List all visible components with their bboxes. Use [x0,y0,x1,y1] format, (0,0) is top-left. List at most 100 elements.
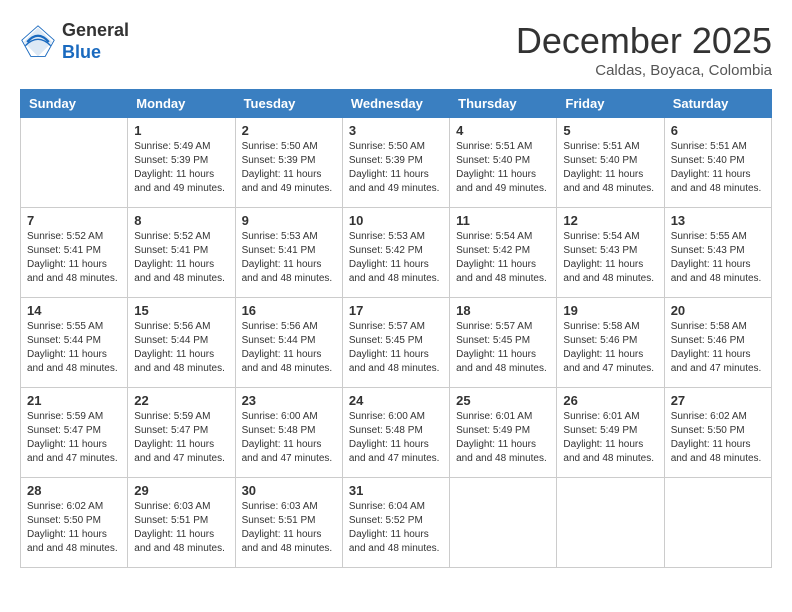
day-detail: Sunrise: 6:00 AMSunset: 5:48 PMDaylight:… [242,410,336,466]
day-number: 13 [671,213,765,228]
calendar-cell: 20 Sunrise: 5:58 AMSunset: 5:46 PMDayligh… [664,298,771,388]
logo-icon [20,24,56,60]
day-number: 20 [671,303,765,318]
day-detail: Sunrise: 5:50 AMSunset: 5:39 PMDaylight:… [242,140,336,196]
calendar: SundayMondayTuesdayWednesdayThursdayFrid… [20,89,772,568]
day-number: 1 [134,123,228,138]
day-detail: Sunrise: 5:51 AMSunset: 5:40 PMDaylight:… [563,140,657,196]
day-number: 19 [563,303,657,318]
day-detail: Sunrise: 5:57 AMSunset: 5:45 PMDaylight:… [456,320,550,376]
calendar-cell: 7 Sunrise: 5:52 AMSunset: 5:41 PMDaylight… [21,208,128,298]
calendar-cell: 23 Sunrise: 6:00 AMSunset: 5:48 PMDayligh… [235,388,342,478]
day-detail: Sunrise: 5:55 AMSunset: 5:44 PMDaylight:… [27,320,121,376]
day-detail: Sunrise: 5:59 AMSunset: 5:47 PMDaylight:… [134,410,228,466]
day-number: 22 [134,393,228,408]
col-header-wednesday: Wednesday [342,90,449,118]
day-number: 12 [563,213,657,228]
calendar-cell [557,478,664,568]
calendar-cell: 6 Sunrise: 5:51 AMSunset: 5:40 PMDaylight… [664,118,771,208]
day-detail: Sunrise: 6:03 AMSunset: 5:51 PMDaylight:… [242,500,336,556]
logo: General Blue [20,20,129,63]
calendar-cell: 24Sunrise: 6:00 AMSunset: 5:48 PMDayligh… [342,388,449,478]
day-detail: Sunrise: 5:54 AMSunset: 5:43 PMDaylight:… [563,230,657,286]
logo-general: General [62,20,129,40]
logo-text: General Blue [62,20,129,63]
day-number: 26 [563,393,657,408]
day-detail: Sunrise: 6:02 AMSunset: 5:50 PMDaylight:… [671,410,765,466]
col-header-tuesday: Tuesday [235,90,342,118]
page-header: General Blue December 2025 Caldas, Boyac… [20,20,772,79]
calendar-cell: 3 Sunrise: 5:50 AMSunset: 5:39 PMDaylight… [342,118,449,208]
day-detail: Sunrise: 6:01 AMSunset: 5:49 PMDaylight:… [563,410,657,466]
day-detail: Sunrise: 5:49 AMSunset: 5:39 PMDaylight:… [134,140,228,196]
day-number: 28 [27,483,121,498]
day-number: 10 [349,213,443,228]
day-number: 25 [456,393,550,408]
calendar-cell: 22 Sunrise: 5:59 AMSunset: 5:47 PMDayligh… [128,388,235,478]
col-header-saturday: Saturday [664,90,771,118]
calendar-week-row: 7 Sunrise: 5:52 AMSunset: 5:41 PMDaylight… [21,208,772,298]
calendar-cell: 10 Sunrise: 5:53 AMSunset: 5:42 PMDayligh… [342,208,449,298]
calendar-header-row: SundayMondayTuesdayWednesdayThursdayFrid… [21,90,772,118]
day-detail: Sunrise: 5:51 AMSunset: 5:40 PMDaylight:… [671,140,765,196]
day-detail: Sunrise: 6:04 AMSunset: 5:52 PMDaylight:… [349,500,443,556]
day-detail: Sunrise: 5:57 AMSunset: 5:45 PMDaylight:… [349,320,443,376]
day-number: 5 [563,123,657,138]
calendar-cell: 2 Sunrise: 5:50 AMSunset: 5:39 PMDaylight… [235,118,342,208]
col-header-sunday: Sunday [21,90,128,118]
calendar-cell: 9Sunrise: 5:53 AMSunset: 5:41 PMDaylight… [235,208,342,298]
calendar-week-row: 1 Sunrise: 5:49 AMSunset: 5:39 PMDaylight… [21,118,772,208]
day-number: 16 [242,303,336,318]
day-number: 18 [456,303,550,318]
day-number: 27 [671,393,765,408]
day-detail: Sunrise: 5:52 AMSunset: 5:41 PMDaylight:… [134,230,228,286]
location: Caldas, Boyaca, Colombia [516,62,772,79]
calendar-week-row: 14Sunrise: 5:55 AMSunset: 5:44 PMDayligh… [21,298,772,388]
calendar-cell: 1 Sunrise: 5:49 AMSunset: 5:39 PMDaylight… [128,118,235,208]
calendar-cell: 29Sunrise: 6:03 AMSunset: 5:51 PMDayligh… [128,478,235,568]
day-detail: Sunrise: 6:02 AMSunset: 5:50 PMDaylight:… [27,500,121,556]
calendar-cell: 21Sunrise: 5:59 AMSunset: 5:47 PMDayligh… [21,388,128,478]
day-detail: Sunrise: 5:50 AMSunset: 5:39 PMDaylight:… [349,140,443,196]
day-detail: Sunrise: 5:56 AMSunset: 5:44 PMDaylight:… [134,320,228,376]
day-number: 3 [349,123,443,138]
calendar-cell: 26 Sunrise: 6:01 AMSunset: 5:49 PMDayligh… [557,388,664,478]
day-number: 4 [456,123,550,138]
day-number: 2 [242,123,336,138]
month-title: December 2025 [516,20,772,62]
day-detail: Sunrise: 5:52 AMSunset: 5:41 PMDaylight:… [27,230,121,286]
day-number: 21 [27,393,121,408]
calendar-week-row: 21 Sunrise: 5:59 AMSunset: 5:47 PMDayligh… [21,388,772,478]
calendar-cell [450,478,557,568]
col-header-monday: Monday [128,90,235,118]
calendar-cell: 4Sunrise: 5:51 AMSunset: 5:40 PMDaylight… [450,118,557,208]
title-area: December 2025 Caldas, Boyaca, Colombia [516,20,772,79]
day-number: 30 [242,483,336,498]
calendar-cell [21,118,128,208]
calendar-cell: 17 Sunrise: 5:57 AMSunset: 5:45 PMDayligh… [342,298,449,388]
day-detail: Sunrise: 6:03 AMSunset: 5:51 PMDaylight:… [134,500,228,556]
day-number: 15 [134,303,228,318]
logo-blue: Blue [62,42,101,62]
day-number: 23 [242,393,336,408]
day-detail: Sunrise: 5:58 AMSunset: 5:46 PMDaylight:… [671,320,765,376]
day-number: 24 [349,393,443,408]
day-detail: Sunrise: 6:01 AMSunset: 5:49 PMDaylight:… [456,410,550,466]
calendar-cell: 28 Sunrise: 6:02 AMSunset: 5:50 PMDayligh… [21,478,128,568]
calendar-cell: 27 Sunrise: 6:02 AMSunset: 5:50 PMDayligh… [664,388,771,478]
day-detail: Sunrise: 5:55 AMSunset: 5:43 PMDaylight:… [671,230,765,286]
day-number: 8 [134,213,228,228]
calendar-cell: 12 Sunrise: 5:54 AMSunset: 5:43 PMDayligh… [557,208,664,298]
day-number: 17 [349,303,443,318]
day-number: 6 [671,123,765,138]
col-header-friday: Friday [557,90,664,118]
calendar-cell: 19Sunrise: 5:58 AMSunset: 5:46 PMDayligh… [557,298,664,388]
day-detail: Sunrise: 5:53 AMSunset: 5:42 PMDaylight:… [349,230,443,286]
calendar-cell: 31Sunrise: 6:04 AMSunset: 5:52 PMDayligh… [342,478,449,568]
calendar-cell: 16Sunrise: 5:56 AMSunset: 5:44 PMDayligh… [235,298,342,388]
calendar-cell: 5 Sunrise: 5:51 AMSunset: 5:40 PMDaylight… [557,118,664,208]
calendar-cell: 15 Sunrise: 5:56 AMSunset: 5:44 PMDayligh… [128,298,235,388]
calendar-cell: 13 Sunrise: 5:55 AMSunset: 5:43 PMDayligh… [664,208,771,298]
calendar-cell [664,478,771,568]
day-number: 7 [27,213,121,228]
